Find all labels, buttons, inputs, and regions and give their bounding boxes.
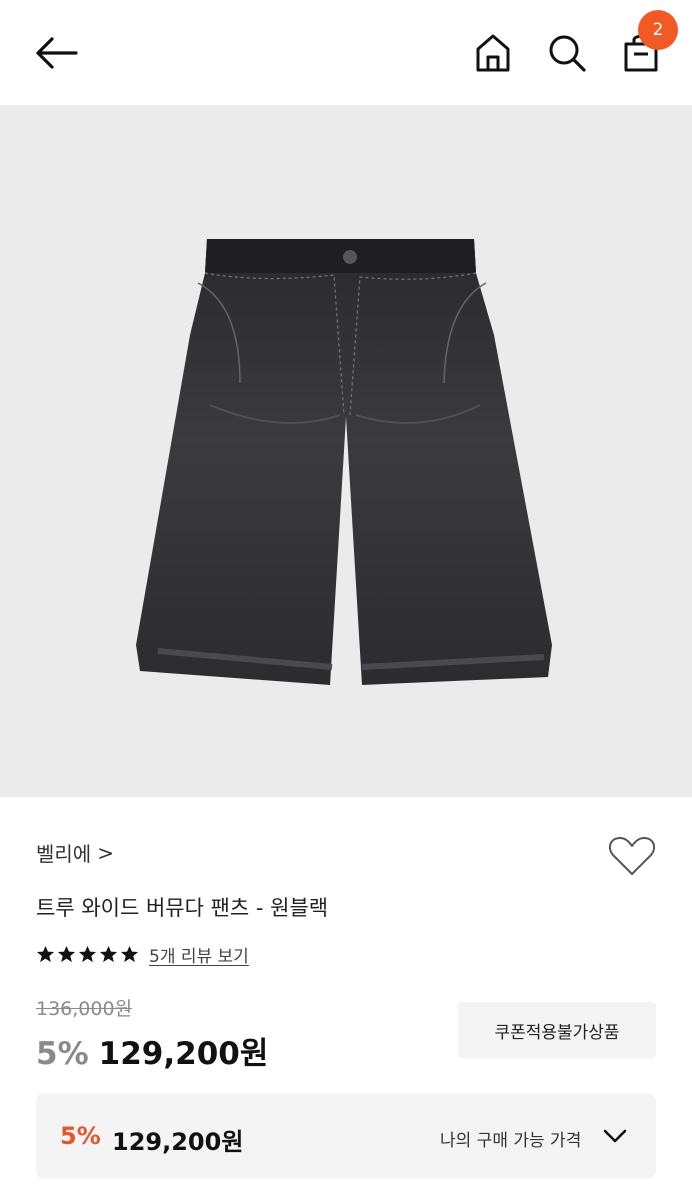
home-icon [476,34,510,72]
back-button[interactable] [30,30,82,76]
search-icon [549,35,586,72]
home-button[interactable] [470,30,516,76]
brand-name: 벨리에 [36,842,92,866]
star-rating [36,945,139,964]
my-price-label: 나의 구매 가능 가격 [440,1131,582,1151]
product-image[interactable] [0,105,692,797]
star-icon [36,945,55,963]
my-price: 129,200원 [112,1128,244,1156]
wishlist-button[interactable] [606,832,658,880]
my-discount-rate: 5% [60,1122,101,1150]
heart-icon [608,837,656,875]
search-button[interactable] [544,30,590,76]
my-price-dropdown[interactable]: 5% 129,200원 나의 구매 가능 가격 [36,1094,656,1178]
coupon-button[interactable]: 쿠폰적용불가상품 [458,1002,656,1058]
price-row: 5% 129,200원 [36,1028,268,1073]
chevron-right-icon: > [97,840,114,865]
chevron-down-icon [603,1129,627,1143]
review-link[interactable]: 5개 리뷰 보기 [149,942,249,967]
product-title: 트루 와이드 버뮤다 팬츠 - 원블랙 [36,896,329,920]
original-price: 136,000원 [36,998,133,1020]
brand-link[interactable]: 벨리에 > [36,838,114,867]
cart-count-badge: 2 [638,10,678,50]
star-icon [99,945,118,963]
sale-price: 129,200원 [98,1036,269,1072]
star-icon [120,945,139,963]
arrow-left-icon [36,37,78,69]
rating-row: 5개 리뷰 보기 [36,942,249,967]
star-icon [78,945,97,963]
top-app-bar: 2 [0,0,692,105]
discount-rate: 5% [36,1036,89,1072]
denim-shorts-image [136,239,552,685]
star-icon [57,945,76,963]
